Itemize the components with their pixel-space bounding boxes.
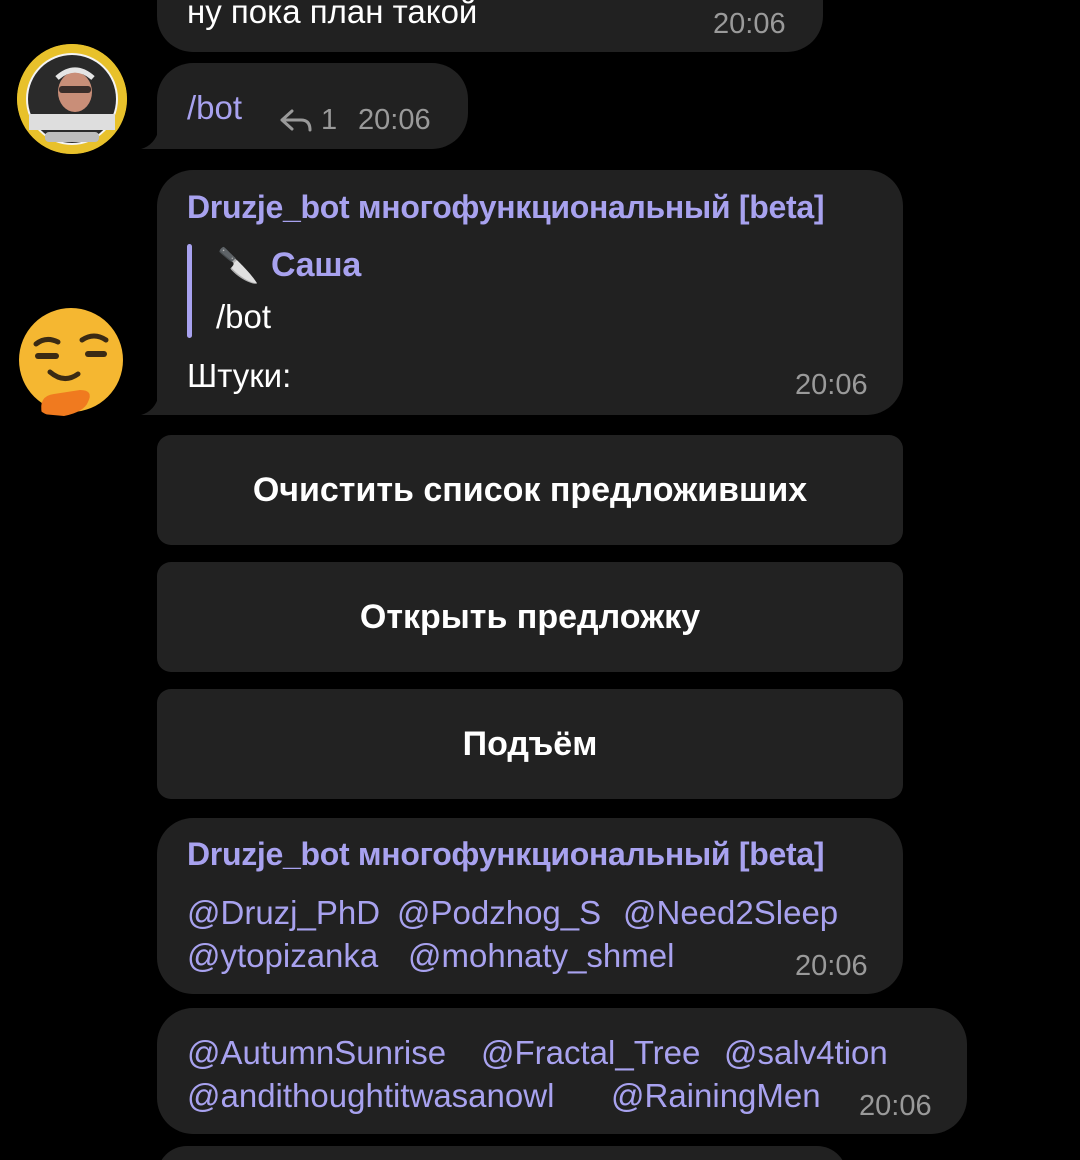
user-avatar[interactable]	[17, 44, 127, 154]
sender-name[interactable]: Druzje_bot многофункциональный [beta]	[187, 836, 825, 873]
message-time: 20:06	[859, 1090, 932, 1122]
message-time: 20:06	[795, 369, 868, 401]
mention-link[interactable]: @AutumnSunrise	[187, 1032, 446, 1074]
wake-up-button[interactable]: Подъём	[157, 689, 903, 799]
quote-author: Саша	[271, 246, 361, 284]
mention-link[interactable]: @Need2Sleep	[623, 892, 838, 934]
bot-avatar[interactable]	[14, 306, 128, 420]
sender-name[interactable]: Druzje_bot многофункциональный [beta]	[187, 189, 825, 226]
replies-count[interactable]: 1	[321, 104, 337, 137]
knife-emoji-icon: 🔪	[217, 247, 260, 285]
mention-link[interactable]: @Druzj_PhD	[187, 892, 380, 934]
open-suggestions-button[interactable]: Открыть предложку	[157, 562, 903, 672]
mention-link[interactable]: @ytopizanka	[187, 935, 378, 977]
mention-link[interactable]: @mohnaty_shmel	[408, 935, 674, 977]
message-text: ну пока план такой	[187, 0, 478, 30]
mention-link[interactable]: @Podzhog_S	[397, 892, 601, 934]
message-time: 20:06	[713, 8, 786, 40]
mention-link[interactable]: @andithoughtitwasanowl	[187, 1075, 554, 1117]
message-bubble[interactable]	[157, 1146, 847, 1160]
command-link[interactable]: /bot	[187, 87, 242, 129]
chat-screen: ну пока план такой 20:06 /bot 1 20:06 Dr…	[0, 0, 1080, 1160]
mention-link[interactable]: @Fractal_Tree	[481, 1032, 700, 1074]
clear-suggesters-button[interactable]: Очистить список предложивших	[157, 435, 903, 545]
bubble-tail	[141, 129, 171, 149]
quote-text: /bot	[216, 298, 272, 335]
reply-quote[interactable]	[187, 244, 192, 338]
message-text: Штуки:	[187, 357, 292, 394]
reply-arrow-icon[interactable]	[279, 108, 313, 134]
thinking-face-emoji-avatar	[19, 308, 123, 416]
mention-link[interactable]: @salv4tion	[724, 1032, 888, 1074]
user-avatar-photo	[17, 44, 127, 154]
mention-link[interactable]: @RainingMen	[611, 1075, 821, 1117]
message-time: 20:06	[358, 104, 431, 136]
bubble-tail	[141, 395, 171, 415]
message-time: 20:06	[795, 950, 868, 982]
